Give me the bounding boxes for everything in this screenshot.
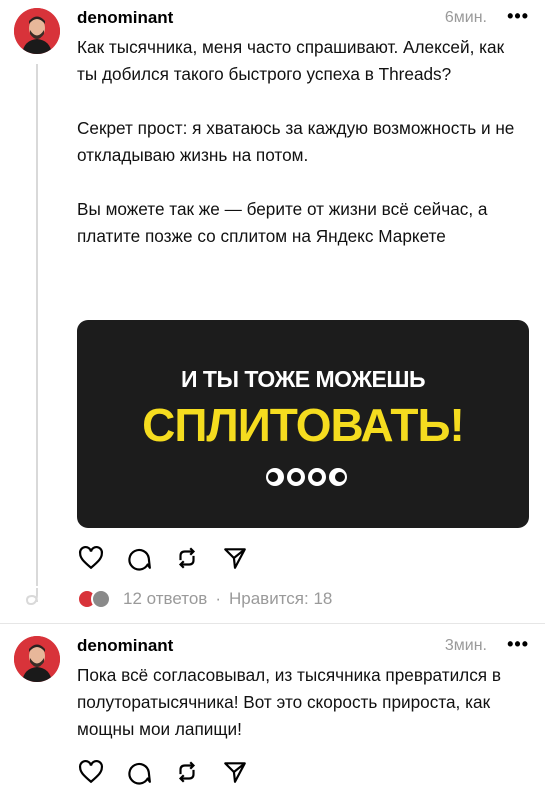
more-options-button[interactable]: ••• bbox=[507, 6, 529, 27]
post-time: 6мин. bbox=[444, 9, 487, 26]
post-text: Пока всё согласовывал, из тысячника прев… bbox=[77, 662, 507, 743]
heart-icon[interactable] bbox=[77, 544, 105, 572]
post-time: 3мин. bbox=[444, 637, 487, 654]
thread-post: denominant 6мин. ••• Как тысячника, меня… bbox=[0, 0, 545, 620]
avatar[interactable] bbox=[14, 8, 60, 54]
comment-icon[interactable] bbox=[125, 544, 153, 572]
promo-banner-image[interactable]: И ТЫ ТОЖЕ МОЖЕШЬ СПЛИТОВАТЬ! bbox=[77, 320, 529, 528]
post-stats: 12 ответов · Нравится: 18 bbox=[77, 589, 332, 609]
thread-line bbox=[36, 64, 38, 586]
googly-eyes-icon bbox=[266, 468, 347, 486]
thread-loop-icon bbox=[24, 588, 48, 617]
banner-top-text: И ТЫ ТОЖЕ МОЖЕШЬ bbox=[181, 366, 425, 392]
comment-icon[interactable] bbox=[125, 758, 153, 786]
likes-count-link[interactable]: Нравится: 18 bbox=[229, 589, 332, 609]
banner-main-text: СПЛИТОВАТЬ! bbox=[142, 399, 465, 451]
post-actions bbox=[77, 544, 249, 572]
post-paragraph: Секрет прост: я хватаюсь за каждую возмо… bbox=[77, 118, 515, 165]
post-paragraph: Как тысячника, меня часто спрашивают. Ал… bbox=[77, 37, 505, 84]
post-paragraph: Пока всё согласовывал, из тысячника прев… bbox=[77, 665, 502, 739]
more-options-button[interactable]: ••• bbox=[507, 634, 529, 655]
post-text: Как тысячника, меня часто спрашивают. Ал… bbox=[77, 34, 529, 250]
share-icon[interactable] bbox=[221, 544, 249, 572]
heart-icon[interactable] bbox=[77, 758, 105, 786]
thread-post: denominant 3мин. ••• Пока всё согласовыв… bbox=[0, 628, 545, 800]
post-paragraph: Вы можете так же — берите от жизни всё с… bbox=[77, 199, 488, 246]
repost-icon[interactable] bbox=[173, 758, 201, 786]
post-actions bbox=[77, 758, 249, 786]
username[interactable]: denominant bbox=[77, 8, 173, 28]
avatar bbox=[91, 589, 111, 609]
username[interactable]: denominant bbox=[77, 636, 173, 656]
share-icon[interactable] bbox=[221, 758, 249, 786]
avatar[interactable] bbox=[14, 636, 60, 682]
reply-avatars bbox=[77, 589, 115, 609]
divider bbox=[0, 623, 545, 624]
repost-icon[interactable] bbox=[173, 544, 201, 572]
stats-separator: · bbox=[215, 589, 221, 608]
replies-count-link[interactable]: 12 ответов bbox=[123, 589, 207, 609]
